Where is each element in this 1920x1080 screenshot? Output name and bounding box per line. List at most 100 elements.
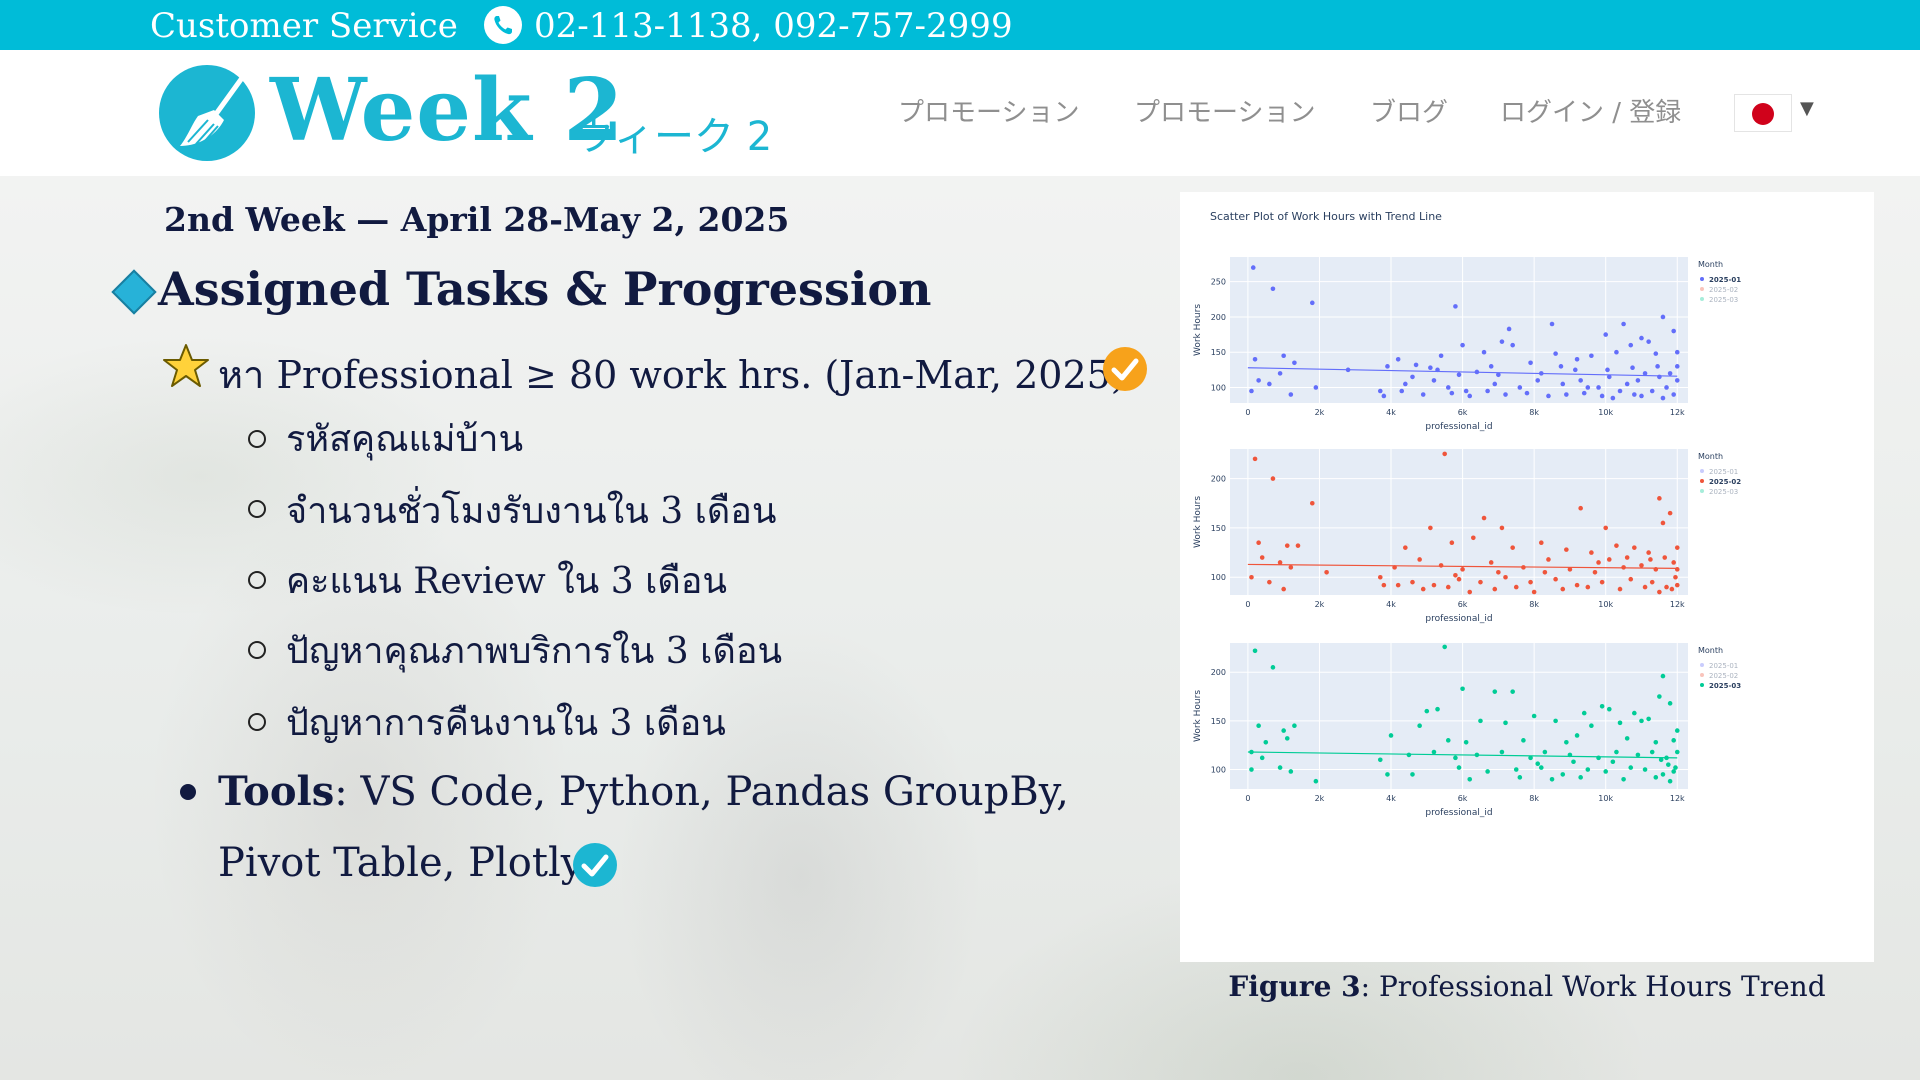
- task-line: หา Professional ≥ 80 work hrs. (Jan-Mar,…: [218, 353, 1126, 397]
- legend-title: Month: [1698, 260, 1723, 269]
- data-point: [1674, 567, 1680, 572]
- data-point: [1617, 586, 1623, 592]
- chevron-down-icon[interactable]: ▼: [1800, 98, 1814, 119]
- data-point: [1252, 456, 1258, 462]
- data-point: [1628, 342, 1634, 348]
- data-point: [1249, 767, 1254, 772]
- data-point: [1288, 565, 1294, 570]
- data-point: [1288, 769, 1294, 774]
- data-point: [1553, 576, 1558, 582]
- data-point: [1506, 326, 1512, 332]
- chart-title: Scatter Plot of Work Hours with Trend Li…: [1210, 210, 1442, 223]
- data-point: [1671, 560, 1676, 565]
- data-point: [1256, 723, 1261, 729]
- data-point: [1492, 381, 1498, 387]
- x-tick-label: 0: [1245, 408, 1250, 417]
- legend-marker: [1700, 673, 1704, 677]
- data-point: [1571, 759, 1576, 765]
- data-point: [1428, 525, 1433, 531]
- data-point: [1646, 716, 1651, 722]
- data-point: [1449, 390, 1455, 396]
- data-point: [1592, 570, 1598, 575]
- nav-item-login-register[interactable]: ログイン / 登録: [1500, 92, 1681, 129]
- data-point: [1674, 545, 1680, 550]
- logo-title[interactable]: Week 2: [270, 60, 624, 161]
- data-point: [1578, 505, 1583, 511]
- data-point: [1599, 579, 1605, 585]
- data-point: [1267, 381, 1272, 387]
- data-point: [1377, 757, 1383, 763]
- data-point: [1635, 752, 1641, 758]
- data-point: [1292, 360, 1297, 366]
- data-point: [1481, 515, 1487, 521]
- data-point: [1403, 381, 1408, 387]
- data-point: [1442, 644, 1447, 650]
- data-point: [1445, 385, 1451, 390]
- data-point: [1531, 713, 1537, 719]
- data-point: [1574, 582, 1580, 588]
- data-point: [1628, 576, 1634, 582]
- data-point: [1478, 718, 1483, 724]
- y-tick-label: 100: [1211, 573, 1226, 582]
- data-point: [1564, 547, 1569, 552]
- data-point: [1606, 557, 1612, 562]
- x-tick-label: 10k: [1598, 600, 1613, 609]
- disc-bullet-icon: [180, 784, 196, 800]
- data-point: [1564, 392, 1569, 397]
- phone-numbers[interactable]: 02-113-1138, 092-757-2999: [534, 6, 1013, 46]
- data-point: [1460, 342, 1465, 348]
- phone-icon[interactable]: [484, 6, 522, 44]
- data-point: [1406, 752, 1412, 758]
- y-axis-label: Work Hours: [1193, 690, 1203, 742]
- data-point: [1542, 570, 1548, 575]
- data-point: [1649, 579, 1655, 585]
- legend-label: 2025-02: [1709, 478, 1741, 486]
- x-axis-label: professional_id: [1425, 808, 1492, 818]
- x-tick-label: 10k: [1598, 794, 1613, 803]
- data-point: [1578, 378, 1583, 383]
- data-point: [1510, 545, 1515, 550]
- language-selector[interactable]: [1734, 94, 1792, 132]
- legend-marker: [1700, 277, 1704, 281]
- data-point: [1662, 555, 1668, 560]
- data-point: [1277, 765, 1283, 770]
- data-point: [1313, 385, 1319, 390]
- legend-label: 2025-03: [1709, 296, 1738, 304]
- legend-marker: [1700, 489, 1704, 493]
- data-point: [1431, 749, 1437, 755]
- data-point: [1660, 395, 1666, 401]
- broom-icon[interactable]: [158, 64, 256, 162]
- data-point: [1674, 749, 1680, 755]
- data-point: [1453, 755, 1458, 761]
- y-tick-label: 100: [1211, 383, 1226, 392]
- data-point: [1445, 584, 1451, 590]
- data-point: [1603, 332, 1609, 337]
- data-point: [1385, 772, 1390, 777]
- nav-item-blog[interactable]: ブログ: [1370, 92, 1448, 129]
- data-point: [1438, 353, 1444, 359]
- data-point: [1642, 767, 1648, 772]
- data-point: [1270, 286, 1276, 292]
- data-point: [1649, 388, 1655, 394]
- data-point: [1553, 351, 1558, 356]
- nav-item-promotion-2[interactable]: プロモーション: [1134, 92, 1315, 129]
- data-point: [1528, 360, 1533, 366]
- data-point: [1403, 545, 1408, 550]
- data-point: [1313, 778, 1319, 784]
- data-point: [1281, 586, 1286, 592]
- scatter-chart[interactable]: Scatter Plot of Work Hours with Trend Li…: [1180, 192, 1874, 962]
- data-point: [1309, 300, 1315, 306]
- data-point: [1467, 393, 1473, 399]
- data-point: [1599, 393, 1605, 399]
- data-point: [1560, 772, 1566, 777]
- data-point: [1263, 739, 1269, 745]
- data-point: [1292, 723, 1297, 729]
- data-point: [1456, 576, 1462, 582]
- data-point: [1309, 500, 1315, 506]
- data-point: [1666, 762, 1671, 767]
- nav-item-promotion-1[interactable]: プロモーション: [898, 92, 1079, 129]
- legend-title: Month: [1698, 646, 1723, 655]
- data-point: [1531, 589, 1537, 595]
- legend-label: 2025-01: [1709, 276, 1741, 284]
- x-tick-label: 8k: [1529, 794, 1539, 803]
